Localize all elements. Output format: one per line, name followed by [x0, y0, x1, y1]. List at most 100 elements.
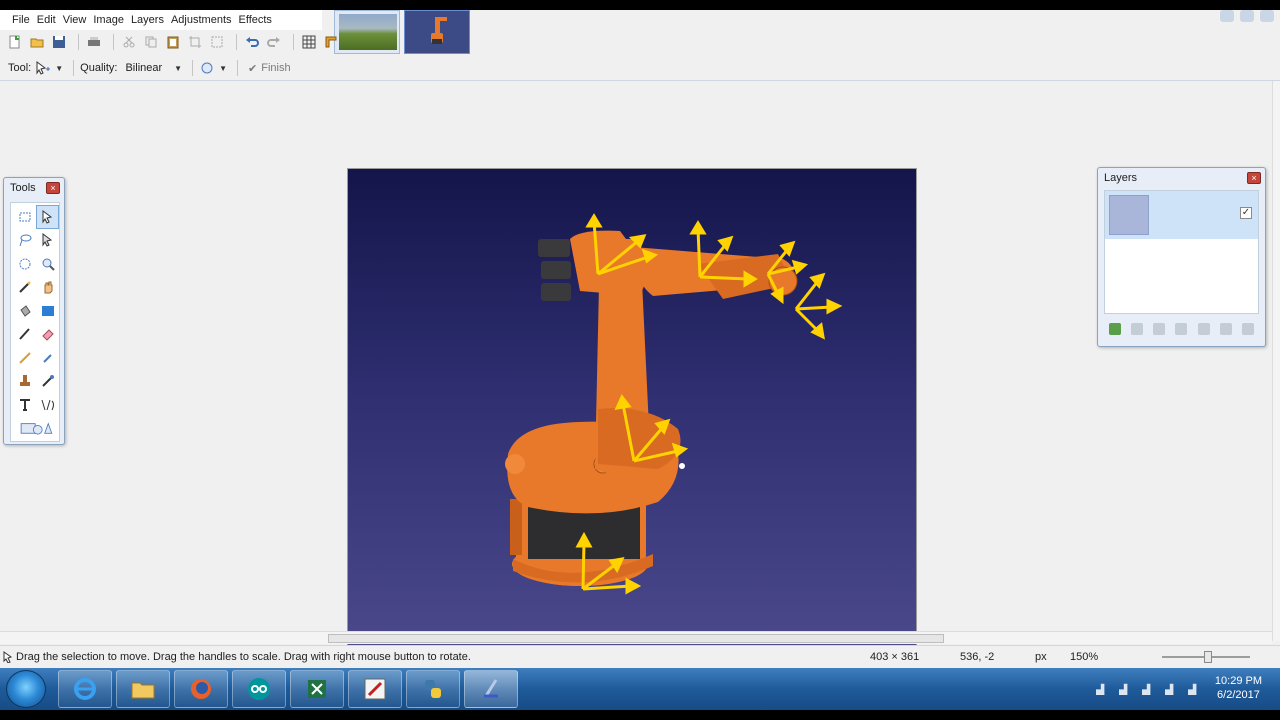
- show-hidden-icons[interactable]: [1096, 683, 1105, 695]
- paint-bucket-icon: [19, 305, 31, 317]
- undo-button[interactable]: [243, 33, 261, 51]
- scissors-icon: [123, 36, 135, 48]
- save-button[interactable]: [50, 33, 68, 51]
- line-curve-tool[interactable]: [36, 393, 59, 417]
- taskbar-python[interactable]: [406, 670, 460, 708]
- taskbar-paint-net[interactable]: [464, 670, 518, 708]
- paint-icon: [364, 678, 386, 700]
- zoom-slider-handle[interactable]: [1204, 651, 1212, 663]
- finish-button[interactable]: Finish: [261, 62, 290, 74]
- add-layer-icon[interactable]: [1109, 323, 1122, 335]
- clock-date: 6/2/2017: [1217, 689, 1260, 701]
- magic-wand-icon: [18, 281, 30, 293]
- taskbar-firefox[interactable]: [174, 670, 228, 708]
- open-button[interactable]: [28, 33, 46, 51]
- antialias-icon[interactable]: [199, 61, 215, 75]
- menu-layers[interactable]: Layers: [131, 14, 171, 26]
- menu-file[interactable]: File: [0, 14, 37, 26]
- horizontal-scroll-thumb[interactable]: [328, 634, 944, 643]
- crop-button[interactable]: [186, 33, 204, 51]
- options-separator: [73, 60, 75, 76]
- restore-icon[interactable]: [1240, 10, 1254, 22]
- cut-button[interactable]: [120, 33, 138, 51]
- move-selected-icon: [42, 233, 52, 247]
- antialias-dropdown-arrow[interactable]: ▼: [219, 64, 227, 73]
- units-select[interactable]: px: [1035, 651, 1047, 663]
- help-icon[interactable]: [1260, 10, 1274, 22]
- taskbar-arduino[interactable]: [232, 670, 286, 708]
- horizontal-scrollbar[interactable]: [0, 631, 1272, 644]
- shapes-tool[interactable]: [13, 417, 59, 441]
- ellipse-select-tool[interactable]: [13, 252, 36, 276]
- gradient-tool[interactable]: [36, 299, 59, 323]
- move-layer-up-icon[interactable]: [1197, 323, 1210, 335]
- start-button[interactable]: [6, 670, 46, 708]
- paint-bucket-tool[interactable]: [13, 299, 36, 323]
- eraser-icon: [41, 329, 54, 341]
- redo-button[interactable]: [265, 33, 283, 51]
- menu-effects[interactable]: Effects: [239, 14, 279, 26]
- delete-layer-icon[interactable]: [1131, 323, 1144, 335]
- lasso-tool[interactable]: [13, 229, 36, 253]
- menu-adjustments[interactable]: Adjustments: [171, 14, 239, 26]
- deselect-button[interactable]: [208, 33, 226, 51]
- layer-row[interactable]: ✓: [1105, 191, 1258, 239]
- magic-wand-tool[interactable]: [13, 276, 36, 300]
- duplicate-layer-icon[interactable]: [1153, 323, 1166, 335]
- copy-icon: [145, 36, 157, 48]
- zoom-tool[interactable]: [36, 252, 59, 276]
- toolbar-separator: [293, 34, 294, 50]
- paintbrush-tool[interactable]: [13, 323, 36, 347]
- image-canvas[interactable]: [347, 168, 917, 668]
- vertical-scrollbar[interactable]: [1272, 81, 1280, 641]
- move-selection-icon[interactable]: [35, 61, 51, 75]
- zoom-level[interactable]: 150%: [1070, 651, 1098, 663]
- taskbar-internet-explorer[interactable]: [58, 670, 112, 708]
- move-selection-tool[interactable]: [36, 205, 59, 229]
- network-icon[interactable]: [1165, 683, 1174, 695]
- tools-close-icon[interactable]: ×: [46, 182, 60, 194]
- new-image-button[interactable]: [6, 33, 24, 51]
- tool-dropdown-arrow[interactable]: ▼: [55, 64, 63, 73]
- quality-dropdown-arrow[interactable]: ▼: [174, 64, 182, 73]
- layer-visibility-checkbox[interactable]: ✓: [1240, 207, 1252, 219]
- quality-select[interactable]: Bilinear: [125, 62, 162, 74]
- menu-image[interactable]: Image: [93, 14, 131, 26]
- folder-icon: [131, 682, 155, 699]
- text-tool[interactable]: [13, 393, 36, 417]
- move-selected-tool[interactable]: [36, 229, 59, 253]
- print-button[interactable]: [85, 33, 103, 51]
- taskbar-file-explorer[interactable]: [116, 670, 170, 708]
- pan-tool[interactable]: [36, 276, 59, 300]
- gradient-icon: [41, 305, 54, 316]
- copy-button[interactable]: [142, 33, 160, 51]
- eraser-tool[interactable]: [36, 323, 59, 347]
- layers-close-icon[interactable]: ×: [1247, 172, 1261, 184]
- taskbar-excel[interactable]: [290, 670, 344, 708]
- clock[interactable]: 10:29 PM 6/2/2017: [1215, 674, 1262, 702]
- recolor-tool[interactable]: [36, 370, 59, 394]
- layer-properties-icon[interactable]: [1241, 323, 1254, 335]
- clone-stamp-tool[interactable]: [13, 370, 36, 394]
- zoom-slider[interactable]: [1162, 651, 1250, 663]
- power-icon[interactable]: [1142, 683, 1151, 695]
- merge-layer-down-icon[interactable]: [1175, 323, 1188, 335]
- color-picker-tool[interactable]: [36, 346, 59, 370]
- action-center-flag-icon[interactable]: [1119, 683, 1128, 695]
- taskbar-paint-app[interactable]: [348, 670, 402, 708]
- paste-icon: [167, 36, 179, 49]
- minimize-icon[interactable]: [1220, 10, 1234, 22]
- menu-view[interactable]: View: [63, 14, 94, 26]
- pencil-tool[interactable]: [13, 346, 36, 370]
- firefox-icon: [191, 679, 211, 699]
- move-layer-down-icon[interactable]: [1219, 323, 1232, 335]
- grid-button[interactable]: [300, 33, 318, 51]
- toolbar-separator: [78, 34, 79, 50]
- volume-icon[interactable]: [1188, 683, 1197, 695]
- menu-edit[interactable]: Edit: [37, 14, 63, 26]
- rectangle-select-tool[interactable]: [13, 205, 36, 229]
- paste-button[interactable]: [164, 33, 182, 51]
- paint-net-icon: [484, 679, 498, 698]
- rulers-button[interactable]: [322, 33, 340, 51]
- magnifier-icon: [42, 258, 55, 271]
